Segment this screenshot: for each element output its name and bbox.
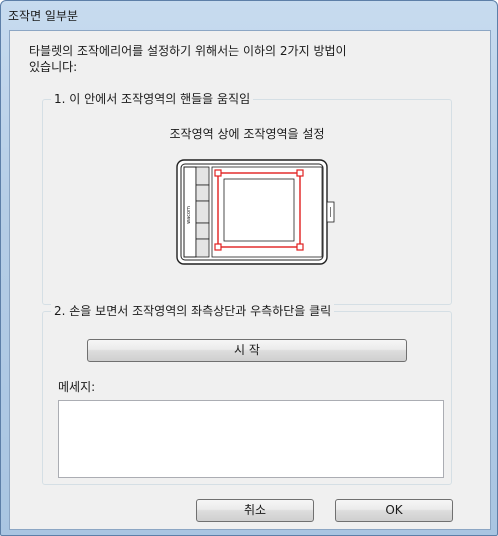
handle-top-left[interactable] — [214, 169, 222, 177]
group-click-corners: 2. 손을 보면서 조작영역의 좌측상단과 우측하단을 클릭 시 작 메세지: — [42, 303, 452, 485]
start-button[interactable]: 시 작 — [87, 339, 407, 362]
tablet-diagram: wacom — [176, 159, 335, 265]
dialog-content: 타블렛의 조작에리어를 설정하기 위해서는 이하의 2가지 방법이 있습니다: … — [9, 30, 491, 530]
express-key-2 — [195, 184, 210, 202]
dialog-window: 조작면 일부분 타블렛의 조작에리어를 설정하기 위해서는 이하의 2가지 방법… — [0, 0, 498, 536]
express-keys — [195, 166, 210, 258]
group1-label: 1. 이 안에서 조작영역의 핸들을 움직임 — [51, 91, 254, 107]
group-drag-handles: 1. 이 안에서 조작영역의 핸들을 움직임 조작영역 상에 조작영역을 설정 … — [42, 91, 452, 305]
group1-caption: 조작영역 상에 조작영역을 설정 — [169, 127, 325, 141]
message-textbox[interactable] — [58, 400, 444, 478]
handle-top-right[interactable] — [296, 169, 304, 177]
message-label: 메세지: — [58, 380, 96, 394]
intro-text: 타블렛의 조작에리어를 설정하기 위해서는 이하의 2가지 방법이 있습니다: — [29, 43, 469, 75]
group2-label: 2. 손을 보면서 조작영역의 좌측상단과 우측하단을 클릭 — [51, 303, 335, 319]
express-key-3 — [195, 200, 210, 224]
intro-line-2: 있습니다: — [29, 60, 78, 74]
express-key-4 — [195, 222, 210, 240]
tablet-logo: wacom — [186, 206, 192, 224]
title-bar[interactable]: 조작면 일부분 — [1, 1, 497, 29]
express-key-5 — [195, 238, 210, 258]
intro-line-1: 타블렛의 조작에리어를 설정하기 위해서는 이하의 2가지 방법이 — [29, 44, 347, 58]
express-key-1 — [195, 166, 210, 186]
window-title: 조작면 일부분 — [8, 9, 79, 23]
ok-button[interactable]: OK — [335, 499, 453, 522]
handle-bottom-left[interactable] — [214, 243, 222, 251]
handle-bottom-right[interactable] — [296, 243, 304, 251]
active-area — [211, 166, 323, 258]
cancel-button[interactable]: 취소 — [196, 499, 314, 522]
